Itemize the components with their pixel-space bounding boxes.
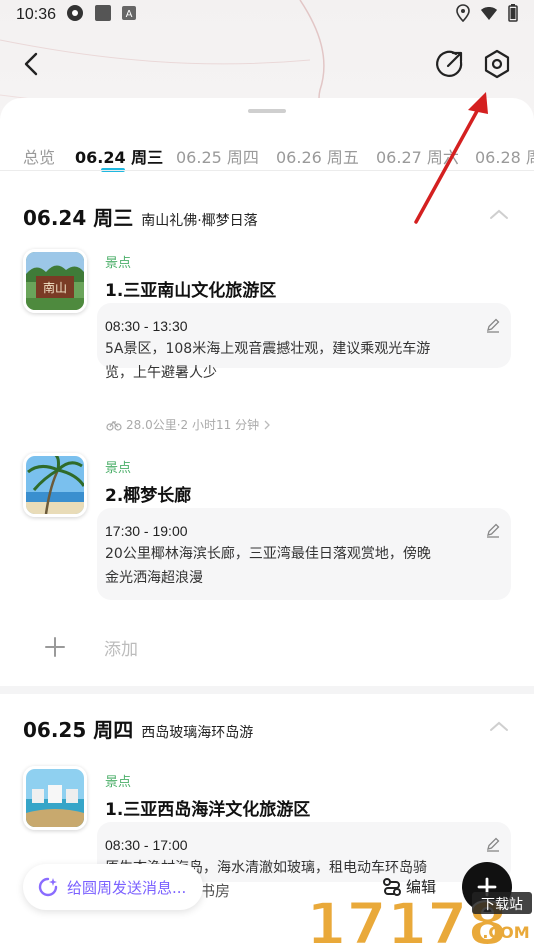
bicycle-icon <box>106 420 122 431</box>
transit-text: 28.0公里·2 小时11 分钟 <box>126 418 260 432</box>
tab-0625[interactable]: 06.25 周四 <box>176 144 259 168</box>
settings-button[interactable] <box>481 48 513 80</box>
share-button[interactable] <box>434 48 466 80</box>
site-watermark: 17178 下载站 .COM <box>305 884 534 950</box>
transit-info[interactable]: 28.0公里·2 小时11 分钟 <box>106 416 271 433</box>
add-stop-button[interactable]: 添加 <box>44 632 164 662</box>
watermark-sub2: .COM <box>482 923 529 942</box>
stop-description-line: 20公里椰林海滨长廊，三亚湾最佳日落观赏地，傍晚 <box>105 546 431 562</box>
top-bar <box>0 40 534 86</box>
day-header: 06.24 周三 南山礼佛·椰梦日落 <box>23 202 258 231</box>
day-date: 06.25 周四 <box>23 718 134 742</box>
status-bar: 10:36 A <box>0 0 534 30</box>
add-stop-label: 添加 <box>104 639 138 660</box>
stop-time: 17:30 - 19:00 <box>105 523 188 539</box>
tab-0624[interactable]: 06.24 周三 <box>75 144 163 168</box>
day-section-divider <box>0 686 534 694</box>
ai-assistant-icon <box>38 877 58 897</box>
tab-overview[interactable]: 总览 <box>23 144 55 168</box>
plus-icon <box>45 637 65 657</box>
stop-title[interactable]: 1.三亚西岛海洋文化旅游区 <box>105 795 310 820</box>
watermark-sub1: 下载站 <box>481 897 523 913</box>
sheet-drag-handle[interactable] <box>248 109 286 113</box>
stop-title[interactable]: 1.三亚南山文化旅游区 <box>105 276 276 301</box>
stop-thumbnail[interactable] <box>23 766 87 830</box>
stop-detail-card[interactable]: 08:30 - 13:30 5A景区，108米海上观音震撼壮观，建议乘观光车游 … <box>97 303 511 381</box>
stop-time: 08:30 - 17:00 <box>105 837 188 853</box>
stop-title[interactable]: 2.椰梦长廊 <box>105 481 191 506</box>
gear-icon <box>484 49 510 79</box>
stop-thumbnail[interactable] <box>23 453 87 517</box>
pencil-icon[interactable] <box>485 317 501 333</box>
wifi-icon <box>480 5 498 25</box>
stop-type-label: 景点 <box>105 775 132 790</box>
chat-input-button[interactable]: 给圆周发送消息... <box>23 864 203 910</box>
chevron-right-icon <box>264 420 270 429</box>
annotation-arrow <box>400 82 500 232</box>
battery-icon <box>508 4 518 26</box>
stop-thumbnail[interactable]: 南山 <box>23 249 87 313</box>
svg-text:A: A <box>126 9 133 20</box>
location-icon <box>456 4 470 26</box>
chevron-up-icon <box>490 721 508 731</box>
stop-time: 08:30 - 13:30 <box>105 318 188 334</box>
day-subtitle: 南山礼佛·椰梦日落 <box>141 213 258 229</box>
app-notification-icon <box>66 4 84 26</box>
share-icon <box>436 50 463 77</box>
chat-placeholder: 给圆周发送消息... <box>67 878 187 897</box>
day-date: 06.24 周三 <box>23 206 134 230</box>
day-subtitle: 西岛玻璃海环岛游 <box>141 725 254 741</box>
stop-type-label: 景点 <box>105 461 132 476</box>
back-arrow-icon <box>24 52 38 76</box>
partially-hidden-text: 书房 <box>200 882 231 900</box>
day-header: 06.25 周四 西岛玻璃海环岛游 <box>23 714 253 743</box>
tab-0626[interactable]: 06.26 周五 <box>276 144 359 168</box>
pencil-icon[interactable] <box>485 836 501 852</box>
square-notification-icon <box>94 4 112 26</box>
thumbnail-sign-text: 南山 <box>43 280 67 295</box>
stop-description-line: 览，上午避暑人少 <box>105 365 217 381</box>
text-notification-icon: A <box>122 6 137 24</box>
collapse-day-button[interactable] <box>488 718 510 732</box>
stop-type-label: 景点 <box>105 256 132 271</box>
status-time: 10:36 <box>16 6 57 23</box>
back-button[interactable] <box>16 48 48 80</box>
stop-description-line: 5A景区，108米海上观音震撼壮观，建议乘观光车游 <box>105 341 431 357</box>
stop-description-line: 金光洒海超浪漫 <box>105 570 203 586</box>
pencil-icon[interactable] <box>485 522 501 538</box>
stop-detail-card[interactable]: 17:30 - 19:00 20公里椰林海滨长廊，三亚湾最佳日落观赏地，傍晚 金… <box>97 508 511 600</box>
